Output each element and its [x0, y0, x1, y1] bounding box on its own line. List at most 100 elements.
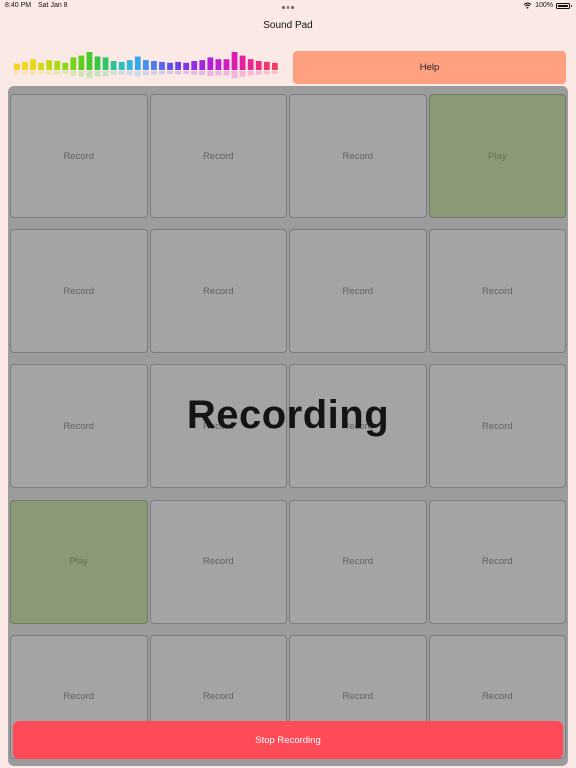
sound-pad-6[interactable]: Record — [149, 229, 287, 354]
meter-bar-reflection — [78, 71, 85, 77]
meter-bar-reflection — [191, 71, 198, 75]
meter-bar-reflection — [159, 71, 165, 75]
sound-pad-label: Record — [342, 285, 374, 297]
meter-bar-reflection — [183, 71, 190, 74]
meter-bar-reflection — [118, 71, 125, 75]
meter-bar-reflection — [86, 71, 93, 79]
sound-pad-14[interactable]: Record — [149, 499, 287, 624]
wifi-icon — [523, 2, 532, 9]
sound-pad-11[interactable]: Record — [289, 364, 427, 489]
meter-bar — [62, 62, 69, 70]
sound-pad-13[interactable]: Play — [10, 499, 148, 624]
sound-pad-label: Record — [202, 556, 234, 568]
meter-bar — [207, 57, 214, 70]
meter-bar — [231, 52, 238, 70]
sound-pad-label: Record — [202, 420, 234, 432]
meter-bar-reflection — [102, 71, 109, 77]
sound-pad-label: Record — [63, 150, 95, 162]
meter-bar — [263, 61, 270, 70]
meter-bar-reflection — [255, 71, 262, 75]
meter-bar-reflection — [247, 71, 254, 76]
meter-bar — [102, 57, 109, 70]
meter-bar — [38, 62, 44, 70]
status-bar: 8:40 PM Sat Jan 8 100% — [0, 0, 576, 14]
meter-bar-reflection — [94, 71, 101, 77]
meter-bar — [86, 52, 93, 70]
sound-pad-4[interactable]: Play — [428, 94, 566, 218]
meter-bar — [142, 60, 149, 70]
status-time: 8:40 PM — [5, 2, 32, 9]
sound-pad-label: Record — [342, 150, 374, 162]
sound-pad-10[interactable]: Record — [149, 364, 287, 489]
sound-pad-1[interactable]: Record — [10, 94, 148, 218]
status-date: Sat Jan 8 — [38, 2, 68, 9]
meter-bar-reflection — [151, 71, 157, 75]
stop-recording-button[interactable]: Stop Recording — [13, 721, 563, 759]
meter-bar-reflection — [134, 71, 141, 77]
meter-bar — [271, 62, 278, 70]
meter-bar-reflection — [110, 71, 117, 75]
sound-pad-2[interactable]: Record — [149, 94, 287, 218]
sound-pad-label: Record — [342, 556, 374, 568]
sound-pad-label: Record — [481, 285, 513, 297]
sound-pad-label: Record — [342, 691, 374, 703]
sound-pad-8[interactable]: Record — [428, 229, 566, 354]
sound-pad-label: Play — [488, 150, 507, 162]
meter-bar — [94, 56, 101, 70]
meter-bar — [22, 61, 28, 70]
sound-pad-12[interactable]: Record — [428, 364, 566, 489]
meter-bar — [183, 62, 190, 70]
audio-level-meter — [14, 52, 278, 79]
meter-bar-reflection — [142, 71, 149, 75]
meter-bar-reflection — [46, 71, 53, 75]
help-button[interactable]: Help — [293, 51, 566, 84]
meter-bar — [215, 59, 222, 70]
meter-bar — [110, 61, 117, 70]
sound-pad-label: Record — [481, 556, 513, 568]
meter-bar-reflection — [175, 71, 182, 75]
meter-bar — [134, 56, 141, 70]
meter-bar — [54, 61, 61, 70]
meter-bar-reflection — [38, 71, 44, 74]
sound-pad-label: Record — [481, 691, 513, 703]
sound-pad-label: Record — [342, 420, 374, 432]
page-title: Sound Pad — [263, 20, 313, 31]
meter-bar — [175, 61, 182, 70]
sound-pad-label: Record — [481, 420, 513, 432]
sound-pad-5[interactable]: Record — [10, 229, 148, 354]
meter-bar — [78, 55, 85, 70]
meter-bar — [167, 62, 173, 70]
sound-pad-16[interactable]: Record — [428, 499, 566, 624]
sound-pad-label: Record — [63, 420, 95, 432]
meter-bar — [255, 61, 262, 70]
meter-bar — [191, 61, 198, 70]
sound-pad-label: Record — [202, 150, 234, 162]
multitasking-dots-icon[interactable] — [282, 6, 294, 9]
meter-bar-reflection — [231, 71, 238, 79]
sound-pad-9[interactable]: Record — [10, 364, 148, 489]
meter-bar — [70, 57, 77, 70]
sound-pad-7[interactable]: Record — [289, 229, 427, 354]
meter-bar-reflection — [239, 71, 246, 77]
meter-bar-reflection — [215, 71, 222, 76]
meter-bar — [151, 61, 157, 70]
meter-bar — [30, 59, 36, 70]
meter-bar — [14, 63, 20, 70]
meter-bar-reflection — [167, 71, 173, 74]
meter-bar-reflection — [263, 71, 270, 75]
meter-bar-reflection — [62, 71, 69, 74]
meter-bar-reflection — [14, 71, 20, 74]
meter-bar-reflection — [271, 71, 278, 74]
meter-bar-reflection — [199, 71, 206, 75]
meter-bar-reflection — [223, 71, 230, 76]
sound-pad-15[interactable]: Record — [289, 499, 427, 624]
sound-pad-3[interactable]: Record — [289, 94, 427, 218]
meter-bar-reflection — [70, 71, 77, 77]
meter-bar — [159, 61, 165, 70]
sound-pad-label: Play — [69, 556, 88, 568]
meter-bar — [247, 59, 254, 70]
sound-pad-label: Record — [202, 285, 234, 297]
meter-bar-reflection — [22, 71, 28, 75]
meter-bar-reflection — [126, 71, 133, 75]
sound-pad-grid: Record Record Record Play Record Record Record… — [8, 86, 568, 766]
